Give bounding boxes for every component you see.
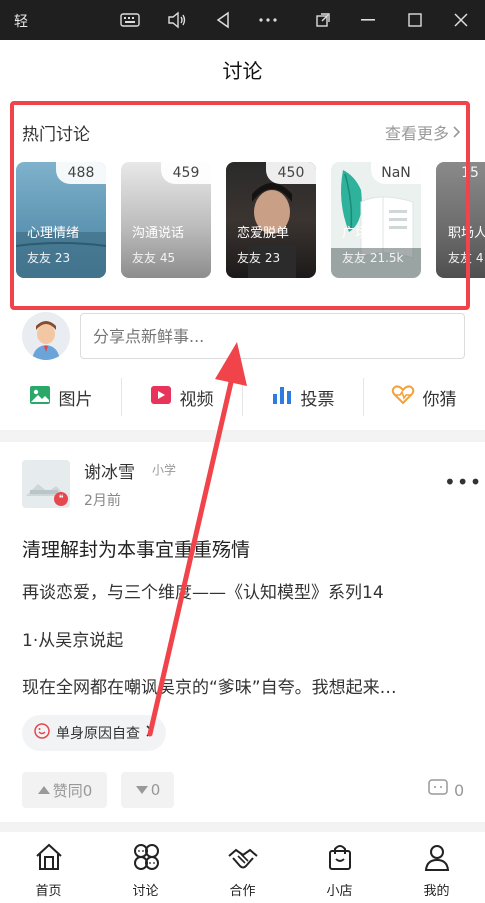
volume-icon[interactable] — [163, 6, 191, 34]
downvote-label: 0 — [150, 781, 161, 799]
card-title: 心理情绪 — [27, 226, 80, 241]
post-author-avatar[interactable]: ❝ — [22, 460, 70, 508]
close-icon[interactable] — [447, 6, 475, 34]
action-poll[interactable]: 投票 — [242, 374, 363, 420]
user-avatar[interactable] — [22, 312, 70, 360]
section-divider — [0, 822, 485, 832]
video-icon — [150, 385, 172, 410]
more-dots-icon[interactable] — [254, 6, 282, 34]
action-poll-label: 投票 — [300, 389, 335, 410]
window-app-title: 轻 — [14, 14, 28, 30]
post-actions-bar: 图片 视频 投票 你猜 — [0, 374, 485, 420]
section-divider — [0, 430, 485, 442]
chevron-right-icon — [453, 123, 461, 142]
home-icon — [34, 842, 64, 876]
topic-card-psychology[interactable]: 488 心理情绪 友友 23 — [16, 162, 106, 278]
tab-label: 我的 — [423, 884, 450, 899]
downvote-button[interactable]: 0 — [121, 772, 174, 808]
topic-icon — [34, 723, 50, 743]
page-header: 讨论 — [0, 40, 485, 98]
back-triangle-icon[interactable] — [209, 6, 237, 34]
keyboard-icon[interactable] — [116, 6, 144, 34]
upvote-label: 赞同0 — [52, 781, 93, 800]
poll-icon — [271, 385, 293, 410]
card-title: 职场人 — [448, 226, 485, 241]
post-body-line: 再谈恋爱，与三个维度——《认知模型》系列14 — [22, 583, 384, 603]
tab-discussion[interactable]: 讨论 — [97, 833, 194, 903]
card-members: 友友 4 — [448, 251, 484, 265]
card-members: 友友 21.5k — [342, 251, 404, 265]
post-body-line: 1·从吴京说起 — [22, 631, 124, 651]
topic-card-communication[interactable]: 459 沟通说话 友友 45 — [121, 162, 211, 278]
avatar-illustration — [22, 312, 70, 360]
card-members: 友友 23 — [27, 251, 71, 265]
card-count: NaN — [371, 162, 421, 184]
topic-label: 单身原因自查 — [56, 726, 140, 742]
triangle-up-icon — [37, 781, 51, 799]
card-members: 友友 45 — [132, 251, 176, 265]
discussion-icon — [131, 842, 161, 876]
page-title: 讨论 — [222, 58, 263, 83]
topic-card-workplace[interactable]: 15 职场人 友友 4 — [436, 162, 485, 278]
comment-icon — [428, 779, 448, 801]
tab-home[interactable]: 首页 — [0, 833, 97, 903]
window-title-bar: 轻 — [0, 0, 485, 40]
card-title: 恋爱脱单 — [237, 226, 290, 241]
card-members: 友友 23 — [237, 251, 281, 265]
card-count: 459 — [161, 162, 211, 184]
card-count: 15 — [461, 165, 479, 181]
upvote-button[interactable]: 赞同0 — [22, 772, 107, 808]
handshake-icon — [227, 842, 259, 876]
tab-shop[interactable]: 小店 — [291, 833, 388, 903]
image-icon — [29, 385, 51, 410]
card-count: 488 — [56, 162, 106, 184]
bottom-tab-bar: 首页 讨论 合作 小店 我的 — [0, 833, 485, 903]
tab-label: 讨论 — [132, 884, 159, 899]
post-title[interactable]: 清理解封为本事宜重重殇情 — [22, 535, 250, 562]
topic-card-square[interactable]: NaN 广场 友友 21.5k — [331, 162, 421, 278]
chevron-right-icon — [146, 725, 154, 741]
post-time: 2月前 — [84, 493, 121, 509]
action-image-label: 图片 — [58, 389, 93, 410]
quote-badge-icon: ❝ — [54, 492, 68, 506]
view-more-label: 查看更多 — [384, 124, 449, 143]
comment-button[interactable]: 0 — [428, 779, 464, 801]
tab-label: 小店 — [326, 884, 353, 899]
share-post-input[interactable] — [80, 313, 465, 359]
action-guess[interactable]: 你猜 — [363, 374, 484, 420]
post-more-icon[interactable]: ••• — [444, 470, 482, 494]
post-author-name[interactable]: 谢冰雪 — [84, 458, 135, 483]
view-more-link[interactable]: 查看更多 — [385, 120, 461, 144]
topic-card-dating[interactable]: 450 恋爱脱单 友友 23 — [226, 162, 316, 278]
tab-cooperation[interactable]: 合作 — [194, 833, 291, 903]
heart-icon — [391, 384, 415, 410]
maximize-icon[interactable] — [401, 6, 429, 34]
card-count: 450 — [266, 162, 316, 184]
card-title: 广场 — [342, 226, 369, 241]
tab-mine[interactable]: 我的 — [388, 833, 485, 903]
hot-discussions-title: 热门讨论 — [22, 125, 90, 145]
post-topic-chip[interactable]: 单身原因自查 — [22, 715, 166, 751]
minimize-icon[interactable] — [354, 6, 382, 34]
post-body-line: 现在全网都在嘲讽吴京的“爹味”自夸。我想起来… — [22, 678, 397, 698]
pop-out-icon[interactable] — [309, 6, 337, 34]
action-video[interactable]: 视频 — [121, 374, 242, 420]
app-page: 轻 讨论 热门讨论 查看更多 488 心理情绪 友友 23 459 沟通说话 友… — [0, 0, 485, 903]
tab-label: 合作 — [229, 884, 256, 899]
comment-count: 0 — [454, 780, 465, 800]
action-image[interactable]: 图片 — [0, 374, 121, 420]
shop-bag-icon — [325, 842, 355, 876]
action-video-label: 视频 — [179, 389, 214, 410]
user-icon — [422, 842, 452, 876]
card-title: 沟通说话 — [132, 226, 185, 241]
post-author-tag: 小学 — [152, 463, 177, 477]
triangle-down-icon — [135, 781, 149, 799]
tab-label: 首页 — [35, 884, 62, 899]
action-guess-label: 你猜 — [422, 389, 457, 410]
